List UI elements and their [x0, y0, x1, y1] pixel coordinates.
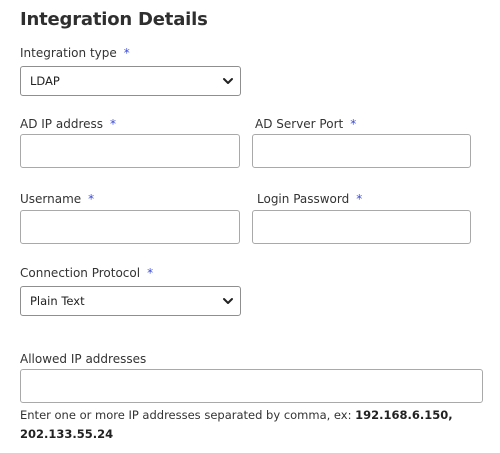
login-password-input[interactable]: [252, 210, 471, 244]
allowed-ip-addresses-label: Allowed IP addresses: [20, 352, 146, 366]
ad-ip-address-input[interactable]: [20, 134, 240, 168]
chevron-down-icon: [223, 298, 233, 304]
required-marker: *: [350, 117, 357, 131]
section-title: Integration Details: [20, 9, 208, 30]
ad-ip-address-label: AD IP address *: [20, 117, 116, 131]
ad-server-port-input[interactable]: [252, 134, 471, 168]
required-marker: *: [110, 117, 116, 131]
allowed-ip-addresses-label-text: Allowed IP addresses: [20, 352, 147, 366]
connection-protocol-select[interactable]: Plain Text: [20, 286, 241, 316]
ad-server-port-label: AD Server Port *: [255, 117, 356, 131]
ad-server-port-label-text: AD Server Port: [255, 117, 344, 131]
connection-protocol-value: Plain Text: [30, 294, 85, 308]
allowed-ip-addresses-input[interactable]: [20, 369, 483, 403]
allowed-ip-help-text: Enter one or more IP addresses separated…: [20, 406, 490, 444]
integration-type-label-text: Integration type: [20, 46, 117, 60]
required-marker: *: [123, 46, 130, 60]
required-marker: *: [88, 192, 95, 206]
username-label: Username *: [20, 192, 94, 206]
required-marker: *: [356, 192, 363, 206]
connection-protocol-label: Connection Protocol *: [20, 266, 153, 280]
chevron-down-icon: [223, 78, 233, 84]
username-input[interactable]: [20, 210, 240, 244]
login-password-label-text: Login Password: [257, 192, 350, 206]
login-password-label: Login Password *: [257, 192, 362, 206]
connection-protocol-label-text: Connection Protocol: [20, 266, 141, 280]
help-text: Enter one or more IP addresses separated…: [20, 408, 356, 422]
required-marker: *: [147, 266, 154, 280]
ad-ip-address-label-text: AD IP address: [20, 117, 103, 131]
integration-type-label: Integration type *: [20, 46, 130, 60]
integration-type-value: LDAP: [30, 74, 60, 88]
username-label-text: Username: [20, 192, 82, 206]
integration-type-select[interactable]: LDAP: [20, 66, 241, 96]
